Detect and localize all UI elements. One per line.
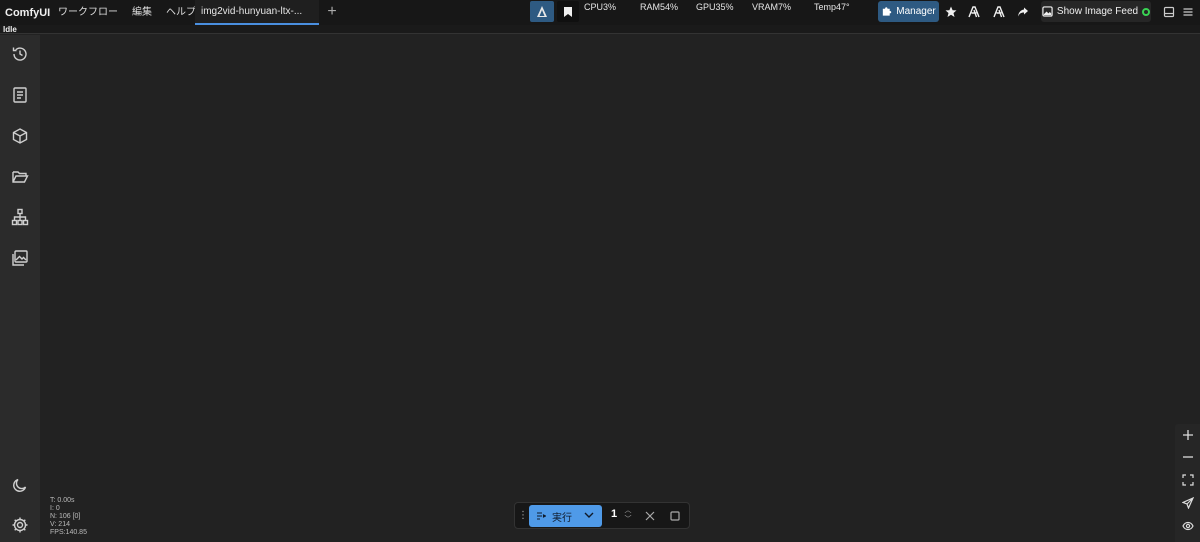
send-icon	[1181, 497, 1194, 509]
toggle-link-button[interactable]	[1175, 493, 1200, 513]
cpu-monitor: CPU3%	[584, 2, 617, 12]
plus-icon: +	[327, 3, 337, 20]
folder-icon	[12, 171, 29, 183]
sidebar-item-image-gallery[interactable]	[10, 248, 30, 268]
canvas-zoom-controls	[1175, 424, 1200, 542]
stat-iterations: I: 0	[50, 505, 60, 512]
graph-canvas[interactable]	[40, 35, 1200, 542]
temp-monitor: Temp47°	[814, 2, 850, 12]
share-arrow-icon	[1018, 7, 1028, 16]
puzzle-icon	[883, 7, 892, 16]
stat-fps: FPS:140.85	[50, 529, 87, 536]
image-feed-icon	[1042, 6, 1053, 17]
workflow-tab-label: img2vid-hunyuan-ltx-...	[201, 6, 303, 17]
menu-edit[interactable]: 編集	[125, 0, 159, 25]
queue-list-icon	[537, 512, 546, 520]
workflow-tree-icon	[11, 208, 29, 226]
run-label: 実行	[552, 512, 572, 524]
moon-icon	[13, 478, 27, 492]
sidebar-item-settings[interactable]	[10, 515, 30, 535]
image-gallery-icon	[12, 250, 28, 266]
stat-time: T: 0.00s	[50, 497, 75, 504]
gear-icon	[12, 517, 28, 533]
queue-action-bar: ⋮ 実行 1 ︿ ﹀	[514, 502, 690, 529]
sidebar-item-workflows[interactable]	[10, 167, 30, 187]
fit-view-button[interactable]	[1175, 470, 1200, 490]
hamburger-menu-button[interactable]	[1177, 1, 1199, 22]
toggle-visibility-button[interactable]	[1175, 516, 1200, 536]
model-a-icon	[968, 5, 980, 17]
chevron-down-icon[interactable]	[583, 509, 595, 521]
stop-icon	[670, 511, 680, 521]
plus-icon	[1182, 430, 1193, 440]
ram-monitor: RAM54%	[640, 2, 679, 12]
crystools-logo-icon	[537, 5, 547, 17]
history-icon	[12, 47, 27, 61]
notebook-icon	[13, 87, 27, 103]
stepper-up-icon[interactable]: ︿	[623, 506, 633, 515]
vram-monitor: VRAM7%	[752, 2, 792, 12]
clear-queue-button[interactable]	[667, 508, 683, 524]
zoom-in-button[interactable]	[1175, 425, 1200, 445]
sidebar-item-queue-history[interactable]	[10, 44, 30, 64]
zoom-out-button[interactable]	[1175, 447, 1200, 467]
sidebar-item-node-library[interactable]	[10, 85, 30, 105]
panel-icon	[1163, 6, 1175, 17]
bookmark-button[interactable]	[557, 1, 579, 22]
status-bar	[0, 25, 1200, 34]
favorites-button[interactable]	[940, 1, 962, 22]
eye-icon	[1181, 521, 1194, 531]
batch-count-input[interactable]: 1	[608, 508, 620, 520]
sidebar	[0, 35, 40, 542]
workflow-tab[interactable]: img2vid-hunyuan-ltx-...	[195, 0, 319, 25]
sidebar-item-node-map[interactable]	[10, 207, 30, 227]
feed-status-icon	[1142, 7, 1151, 16]
minus-icon	[1182, 456, 1193, 458]
stepper-down-icon[interactable]: ﹀	[623, 515, 633, 524]
app-logo[interactable]: ComfyUI	[0, 7, 51, 19]
run-button[interactable]: 実行	[529, 505, 602, 527]
model-button-b[interactable]	[988, 1, 1010, 22]
cancel-run-button[interactable]	[642, 508, 658, 524]
model-b-icon	[993, 5, 1005, 17]
model-button-a[interactable]	[963, 1, 985, 22]
hamburger-icon	[1183, 7, 1193, 16]
fit-view-icon	[1181, 474, 1194, 486]
bookmark-icon	[564, 6, 572, 17]
gpu-monitor: GPU35%	[696, 2, 734, 12]
stat-visible: V: 214	[50, 521, 70, 528]
cube-icon	[12, 128, 28, 144]
share-button[interactable]	[1012, 1, 1034, 22]
status-text: Idle	[3, 25, 17, 34]
close-icon	[645, 511, 655, 521]
show-image-feed-button[interactable]: Show Image Feed	[1041, 1, 1151, 22]
manager-button[interactable]: Manager	[878, 1, 939, 22]
sidebar-item-theme-toggle[interactable]	[10, 475, 30, 495]
batch-count-stepper[interactable]: ︿ ﹀	[623, 506, 633, 526]
menu-workflow[interactable]: ワークフロー	[51, 0, 125, 25]
logo-toggle-button[interactable]	[530, 1, 554, 22]
manager-label: Manager	[896, 6, 936, 17]
drag-handle-icon[interactable]: ⋮	[518, 508, 528, 524]
sidebar-item-model-library[interactable]	[10, 126, 30, 146]
render-stats: T: 0.00s I: 0 N: 106 [0] V: 214 FPS:140.…	[50, 497, 87, 537]
add-tab-button[interactable]: +	[323, 3, 341, 21]
star-icon	[945, 6, 957, 17]
stat-nodes: N: 106 [0]	[50, 513, 81, 520]
show-image-feed-label: Show Image Feed	[1056, 6, 1139, 17]
